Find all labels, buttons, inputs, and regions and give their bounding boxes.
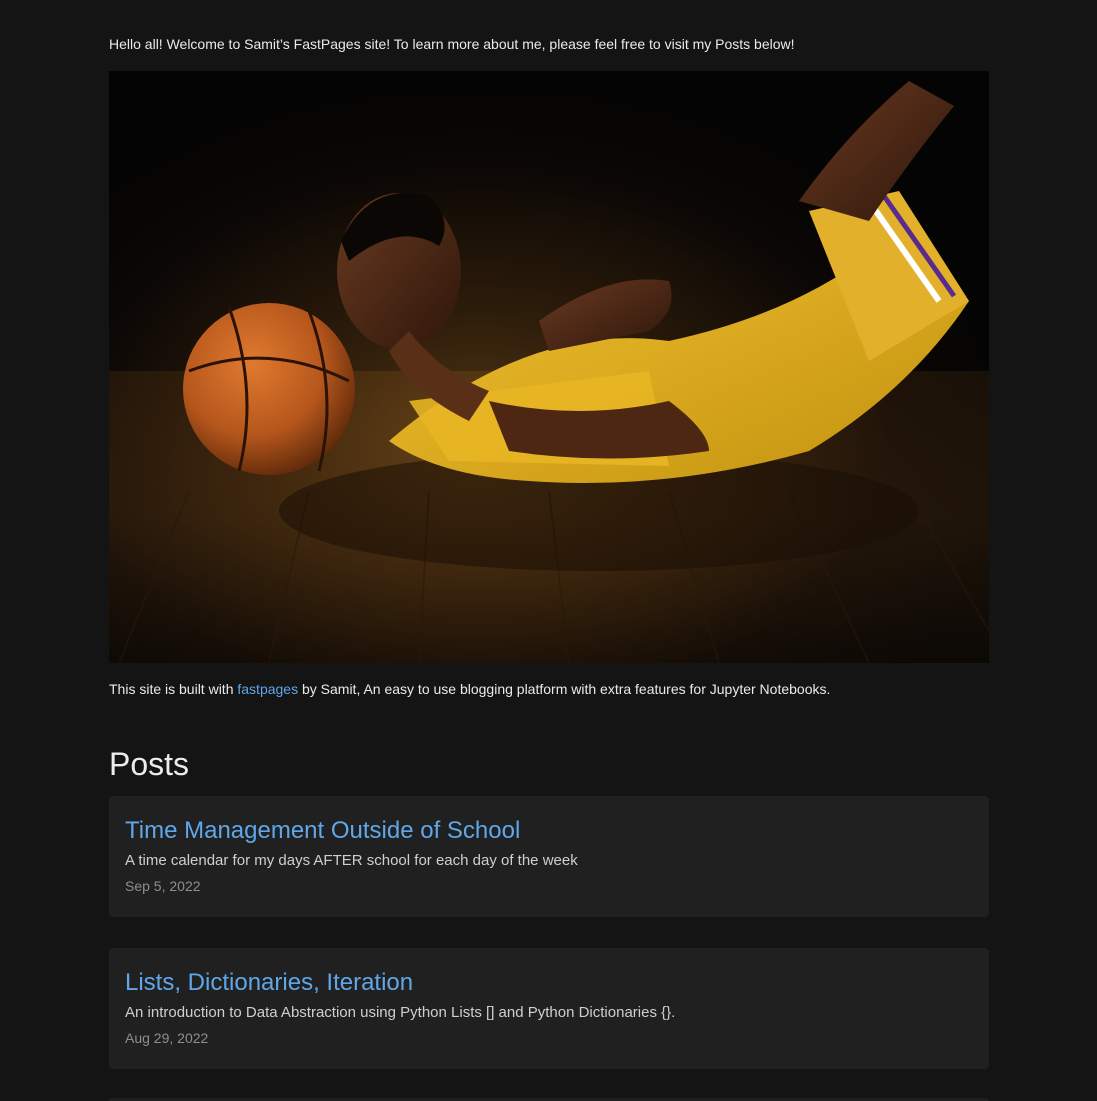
post-description: A time calendar for my days AFTER school… [125, 852, 578, 869]
post-title-link[interactable]: Time Management Outside of School [125, 816, 520, 846]
fastpages-link[interactable]: fastpages [237, 681, 298, 697]
post-card: Time Management Outside of School A time… [109, 796, 989, 917]
posts-heading: Posts [109, 746, 190, 782]
intro-text: Hello all! Welcome to Samit’s FastPages … [109, 36, 795, 52]
built-with-suffix: by Samit, An easy to use blogging platfo… [298, 681, 831, 697]
post-date: Sep 5, 2022 [125, 878, 201, 894]
post-description: An introduction to Data Abstraction usin… [125, 1004, 676, 1021]
post-date: Aug 29, 2022 [125, 1030, 209, 1046]
built-with-text: This site is built with fastpages by Sam… [109, 681, 830, 698]
post-title-link[interactable]: Lists, Dictionaries, Iteration [125, 968, 413, 998]
built-with-prefix: This site is built with [109, 681, 238, 697]
hero-image [109, 71, 989, 663]
post-card: Lists, Dictionaries, Iteration An introd… [109, 948, 989, 1069]
